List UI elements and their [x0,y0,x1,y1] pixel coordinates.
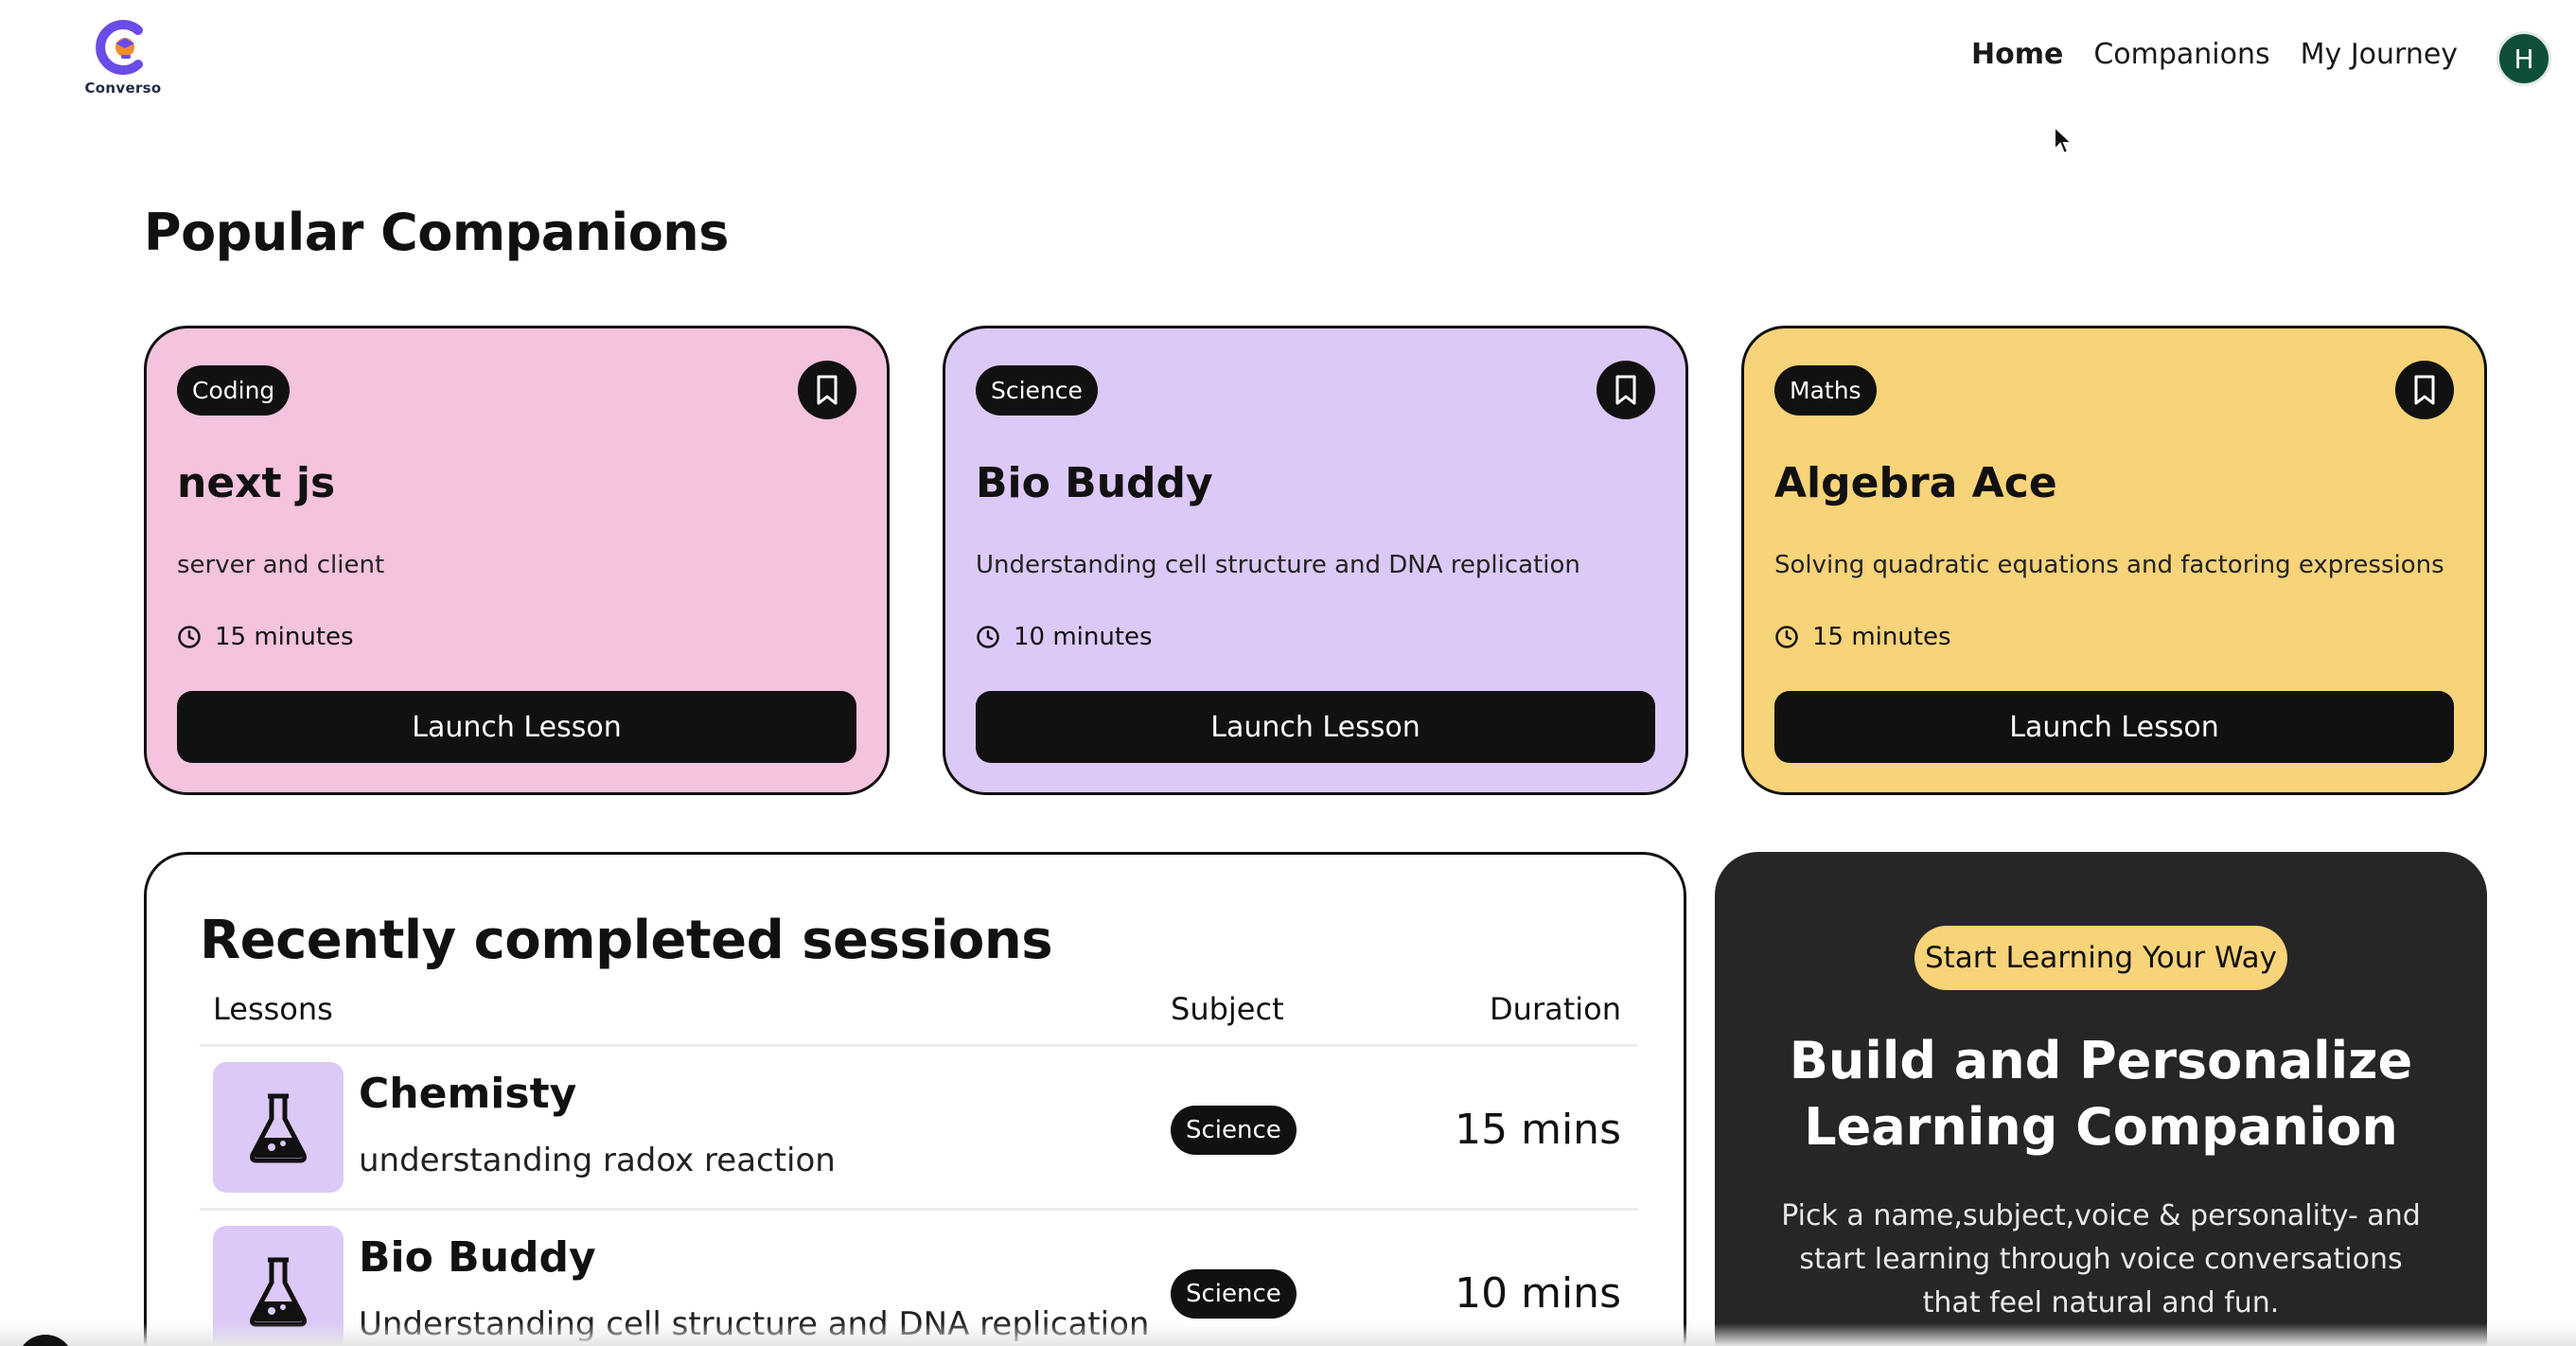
column-header-duration: Duration [1490,991,1621,1027]
clock-icon [178,626,201,648]
companion-name: Bio Buddy [976,459,1213,507]
bookmark-icon [2414,375,2435,405]
companion-card: Coding next js server and client 15 minu… [144,326,890,795]
session-icon [213,1062,344,1193]
bookmark-icon [1615,375,1636,405]
nav-links: Home Companions My Journey [1971,38,2458,71]
session-duration: 15 mins [1455,1106,1621,1154]
session-subject-badge: Science [1171,1106,1297,1155]
flask-icon [250,1257,307,1327]
user-avatar[interactable]: H [2497,31,2551,86]
session-duration: 10 mins [1455,1269,1621,1318]
navbar: Converso Home Companions My Journey H [0,0,2576,123]
companion-topic: Solving quadratic equations and factorin… [1774,551,2444,579]
bookmark-icon [817,375,838,405]
session-name: Bio Buddy [359,1233,596,1282]
companion-duration: 15 minutes [1774,623,2454,651]
companion-duration: 15 minutes [177,623,856,651]
companion-name: Algebra Ace [1774,459,2057,507]
cta-panel: Start Learning Your Way Build and Person… [1715,852,2487,1346]
session-row[interactable]: Chemisty understanding radox reaction Sc… [200,1047,1638,1208]
column-header-lessons: Lessons [213,991,333,1027]
companion-name: next js [177,459,336,507]
subject-tag: Science [976,364,1098,416]
session-topic: understanding radox reaction [359,1142,836,1179]
nav-link-home[interactable]: Home [1971,38,2063,71]
launch-lesson-button[interactable]: Launch Lesson [177,691,856,763]
nav-link-companions[interactable]: Companions [2093,38,2269,71]
cta-description: Pick a name,subject,voice & personality-… [1781,1199,2421,1319]
duration-text: 15 minutes [215,623,354,651]
column-header-subject: Subject [1171,991,1284,1027]
clock-icon [977,626,999,648]
popular-companions-title: Popular Companions [144,203,729,262]
duration-text: 15 minutes [1812,623,1951,651]
duration-text: 10 minutes [1014,623,1153,651]
companion-topic: server and client [177,551,385,579]
cta-heading: Build and Personalize Learning Companion [1789,1031,2413,1157]
bookmark-button[interactable] [2395,361,2454,419]
bookmark-button[interactable] [1597,361,1655,419]
recent-sessions-panel: Recently completed sessions Lessons Subj… [144,852,1686,1346]
logo[interactable]: Converso [79,17,167,98]
recent-sessions-title: Recently completed sessions [200,910,1053,971]
launch-lesson-button[interactable]: Launch Lesson [1774,691,2454,763]
subject-tag: Maths [1774,364,1877,416]
cta-badge: Start Learning Your Way [1914,926,2287,990]
page: Converso Home Companions My Journey H Po… [0,0,2576,1346]
nav-link-my-journey[interactable]: My Journey [2301,38,2458,71]
clock-icon [1775,626,1798,648]
logo-text: Converso [84,80,162,97]
launch-lesson-button[interactable]: Launch Lesson [976,691,1655,763]
companion-card: Maths Algebra Ace Solving quadratic equa… [1741,326,2487,795]
mouse-cursor-icon [2054,125,2073,155]
companion-card: Science Bio Buddy Understanding cell str… [943,326,1688,795]
companion-duration: 10 minutes [976,623,1655,651]
bottom-edge-shadow [0,1323,2576,1346]
converso-logo-icon [96,20,143,75]
subject-tag: Coding [177,364,291,416]
flask-icon [250,1093,307,1163]
companion-topic: Understanding cell structure and DNA rep… [976,551,1580,579]
bookmark-button[interactable] [798,361,856,419]
session-subject-badge: Science [1171,1269,1297,1319]
session-name: Chemisty [359,1070,577,1118]
